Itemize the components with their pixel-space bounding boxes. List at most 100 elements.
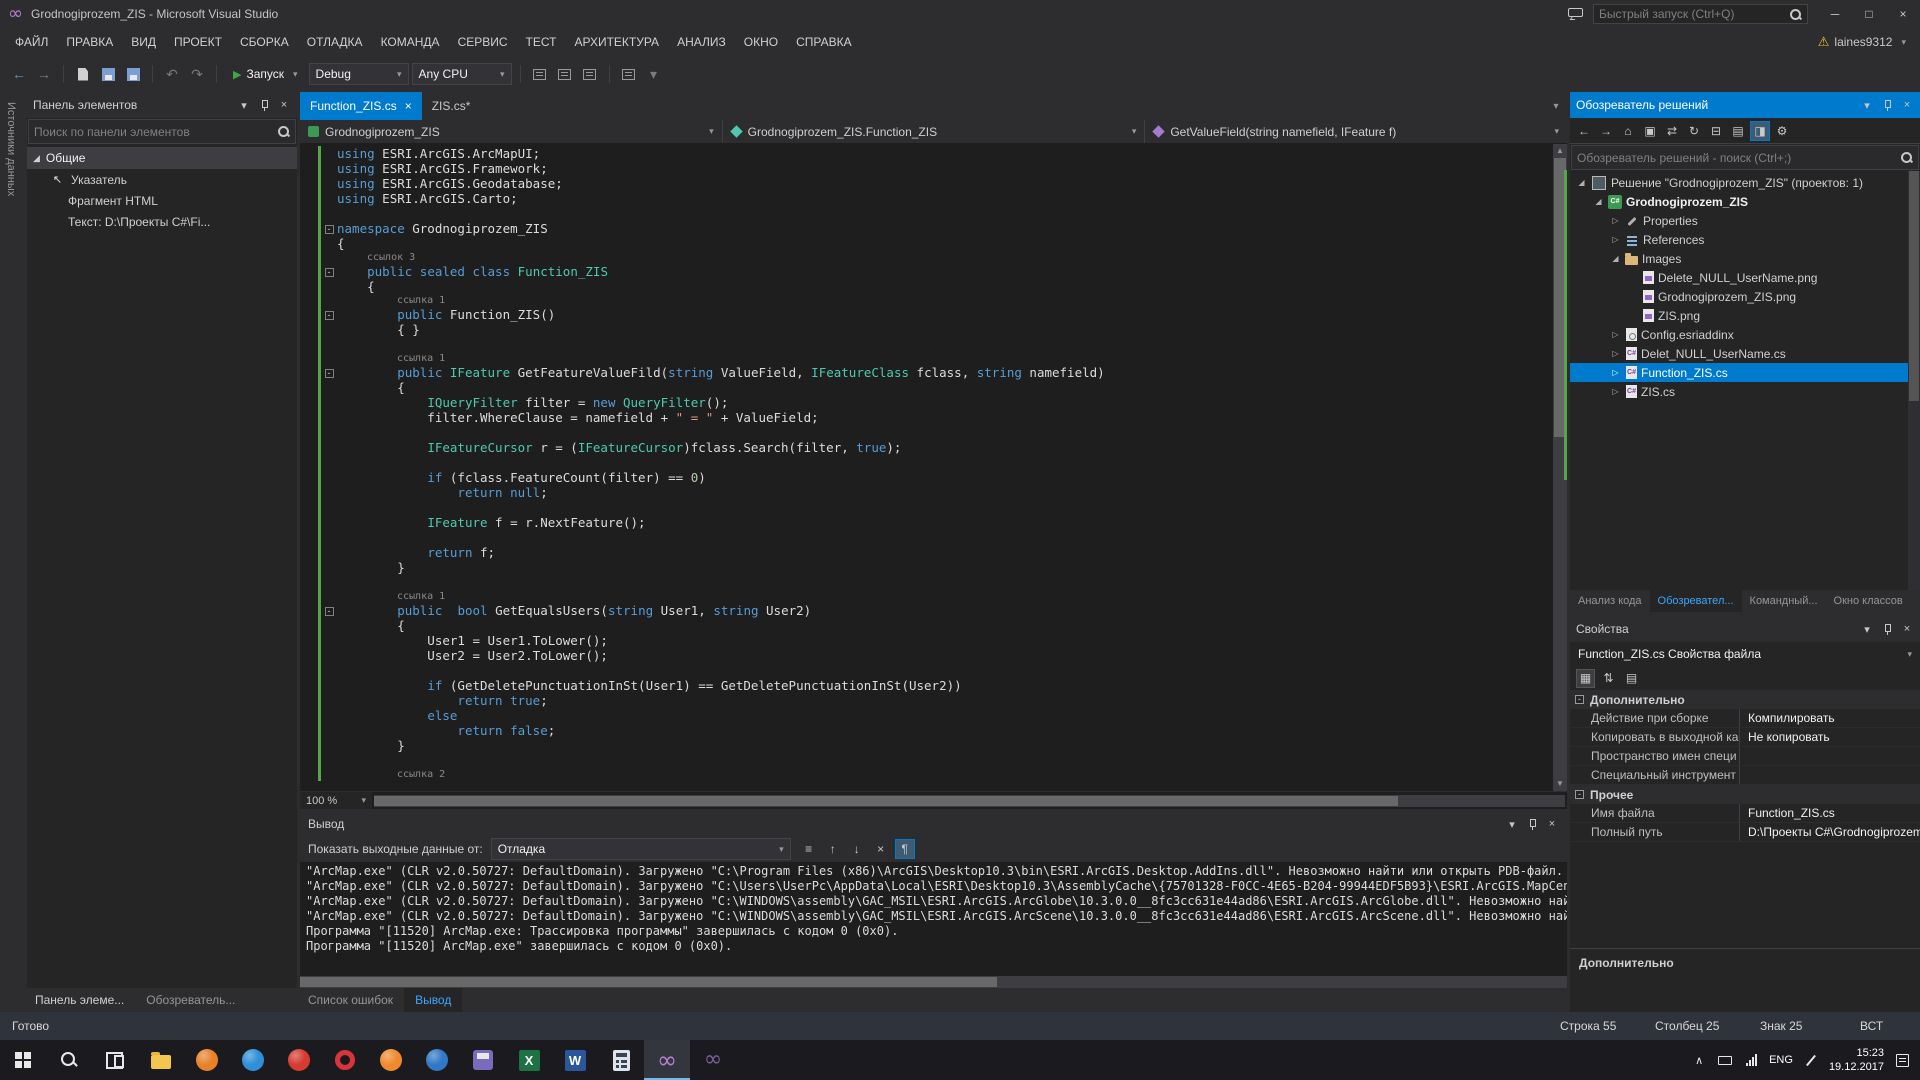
solution-search-input[interactable] <box>1577 151 1900 165</box>
quick-launch[interactable] <box>1593 4 1808 24</box>
tree-item[interactable]: ◢Images <box>1570 249 1908 268</box>
property-group-header[interactable]: -Прочее <box>1570 785 1920 804</box>
navigate-forward-icon[interactable]: → <box>33 63 55 85</box>
tree-expander-icon[interactable]: ◢ <box>1610 254 1621 263</box>
start-icon[interactable] <box>0 1040 46 1080</box>
property-value[interactable] <box>1740 766 1920 784</box>
breadcrumb-segment[interactable]: Grodnogiprozem_ZIS.Function_ZIS▾ <box>723 120 1146 143</box>
menu-item[interactable]: ТЕСТ <box>517 28 566 56</box>
comment-icon[interactable] <box>554 63 576 85</box>
tree-item[interactable]: ▷References <box>1570 230 1908 249</box>
fold-toggle-icon[interactable]: - <box>325 369 334 378</box>
tool-window-tab[interactable]: Панель элеме... <box>24 988 135 1012</box>
codelens-link[interactable]: ссылка 1 <box>337 352 445 365</box>
window-position-icon[interactable]: ▾ <box>1505 818 1519 831</box>
codelens-link[interactable]: ссылка 1 <box>337 590 445 603</box>
tree-scrollbar[interactable] <box>1908 171 1920 590</box>
editor-vertical-scrollbar[interactable]: ▲ ▼ <box>1553 144 1567 791</box>
show-all-files-icon[interactable]: ▤ <box>1728 121 1748 141</box>
close-icon[interactable]: × <box>405 99 412 113</box>
scroll-thumb[interactable] <box>300 977 997 987</box>
undo-icon[interactable]: ↶ <box>161 63 183 85</box>
calculator-icon[interactable] <box>598 1040 644 1080</box>
tree-item[interactable]: ▷ZIS.cs <box>1570 382 1908 401</box>
save-all-icon[interactable] <box>122 63 144 85</box>
tree-item[interactable]: Grodnogiprozem_ZIS.png <box>1570 287 1908 306</box>
toolbox-item[interactable]: Текст: D:\Проекты C#\Fi... <box>27 211 297 232</box>
close-icon[interactable]: × <box>1900 623 1914 635</box>
toolbox-search-input[interactable] <box>34 125 277 139</box>
tree-expander-icon[interactable]: ▷ <box>1610 330 1621 339</box>
menu-item[interactable]: СЕРВИС <box>449 28 517 56</box>
menu-item[interactable]: ОТЛАДКА <box>298 28 372 56</box>
property-value[interactable]: D:\Проекты C#\Grodnogiprozem <box>1740 823 1920 841</box>
fold-toggle-icon[interactable]: - <box>325 607 334 616</box>
forward-icon[interactable]: → <box>1596 121 1616 141</box>
scroll-thumb[interactable] <box>374 796 1398 806</box>
tree-expander-icon[interactable]: ◢ <box>1576 178 1587 187</box>
property-group-header[interactable]: -Дополнительно <box>1570 690 1920 709</box>
output-horizontal-scrollbar[interactable] <box>300 976 1567 988</box>
sync-with-active-document-icon[interactable]: ⇄ <box>1662 121 1682 141</box>
tree-expander-icon[interactable]: ▷ <box>1610 235 1621 244</box>
property-pages-icon[interactable]: ▤ <box>1622 669 1641 688</box>
tree-item[interactable]: ▷Properties <box>1570 211 1908 230</box>
maximize-button[interactable]: □ <box>1852 0 1886 28</box>
excel-icon[interactable]: X <box>506 1040 552 1080</box>
action-center-icon[interactable] <box>1894 1052 1910 1068</box>
properties-object-select[interactable]: Function_ZIS.cs Свойства файла ▾ <box>1570 642 1920 666</box>
app-blue-icon[interactable] <box>414 1040 460 1080</box>
document-tab[interactable]: ZIS.cs* <box>422 92 481 120</box>
next-message-icon[interactable]: ↓ <box>847 839 867 859</box>
browser-blue-icon[interactable] <box>230 1040 276 1080</box>
data-sources-vertical-tab[interactable]: Источники данных <box>0 92 22 206</box>
word-wrap-icon[interactable]: ¶ <box>895 839 915 859</box>
bookmark-icon[interactable] <box>618 63 640 85</box>
fold-toggle-icon[interactable]: - <box>325 225 334 234</box>
user-badge[interactable]: ⚠ laines9312 ▾ <box>1818 34 1906 50</box>
minimize-button[interactable]: ─ <box>1818 0 1852 28</box>
solution-configuration-select[interactable]: Debug ▾ <box>309 63 409 85</box>
property-value[interactable]: Компилировать <box>1740 709 1920 727</box>
menu-item[interactable]: АНАЛИЗ <box>668 28 735 56</box>
search-icon[interactable] <box>46 1040 92 1080</box>
language-indicator[interactable]: ENG <box>1769 1054 1793 1066</box>
toolbox-group-header[interactable]: ◢Общие <box>27 147 297 169</box>
tool-window-tab[interactable]: Вывод <box>404 988 462 1012</box>
tree-item[interactable]: ▷Function_ZIS.cs <box>1570 363 1908 382</box>
find-in-files-icon[interactable] <box>529 63 551 85</box>
window-position-icon[interactable]: ▾ <box>237 99 251 112</box>
tool-window-tab[interactable]: Список ошибок <box>297 988 404 1012</box>
collapse-all-icon[interactable]: ⊟ <box>1706 121 1726 141</box>
quick-launch-input[interactable] <box>1599 7 1785 21</box>
tree-item[interactable]: ◢Решение "Grodnogiprozem_ZIS" (проектов:… <box>1570 173 1908 192</box>
tree-item[interactable]: ◢Grodnogiprozem_ZIS <box>1570 192 1908 211</box>
refresh-icon[interactable]: ↻ <box>1684 121 1704 141</box>
code-editor[interactable]: using ESRI.ArcGIS.ArcMapUI;using ESRI.Ar… <box>300 144 1567 791</box>
property-value[interactable]: Не копировать <box>1740 728 1920 746</box>
save-tool-icon[interactable] <box>460 1040 506 1080</box>
task-view-icon[interactable] <box>92 1040 138 1080</box>
back-icon[interactable]: ← <box>1574 121 1594 141</box>
pin-icon[interactable] <box>1882 99 1892 112</box>
toolbar-options-icon[interactable]: ▾ <box>643 63 665 85</box>
codelens-link[interactable]: ссылок 3 <box>337 251 415 264</box>
panel-tab[interactable]: Анализ кода <box>1570 590 1650 612</box>
solution-platform-select[interactable]: Any CPU ▾ <box>412 63 512 85</box>
alphabetical-icon[interactable]: ⇅ <box>1599 669 1618 688</box>
previous-message-icon[interactable]: ↑ <box>823 839 843 859</box>
touch-keyboard-icon[interactable] <box>1717 1052 1733 1068</box>
menu-item[interactable]: СБОРКА <box>231 28 298 56</box>
pin-icon[interactable] <box>1527 818 1537 831</box>
tree-item[interactable]: ▷Delet_NULL_UserName.cs <box>1570 344 1908 363</box>
tree-expander-icon[interactable]: ▷ <box>1610 216 1621 225</box>
redo-icon[interactable]: ↷ <box>186 63 208 85</box>
panel-tab[interactable]: Окно классов <box>1826 590 1911 612</box>
scroll-up-icon[interactable]: ▲ <box>1553 144 1567 158</box>
tray-expand-icon[interactable]: ∧ <box>1691 1052 1707 1068</box>
tree-item[interactable]: Delete_NULL_UserName.png <box>1570 268 1908 287</box>
tree-expander-icon[interactable]: ▷ <box>1610 387 1621 396</box>
navigate-back-icon[interactable]: ← <box>8 63 30 85</box>
browser-orange-icon[interactable] <box>368 1040 414 1080</box>
file-explorer-icon[interactable] <box>138 1040 184 1080</box>
